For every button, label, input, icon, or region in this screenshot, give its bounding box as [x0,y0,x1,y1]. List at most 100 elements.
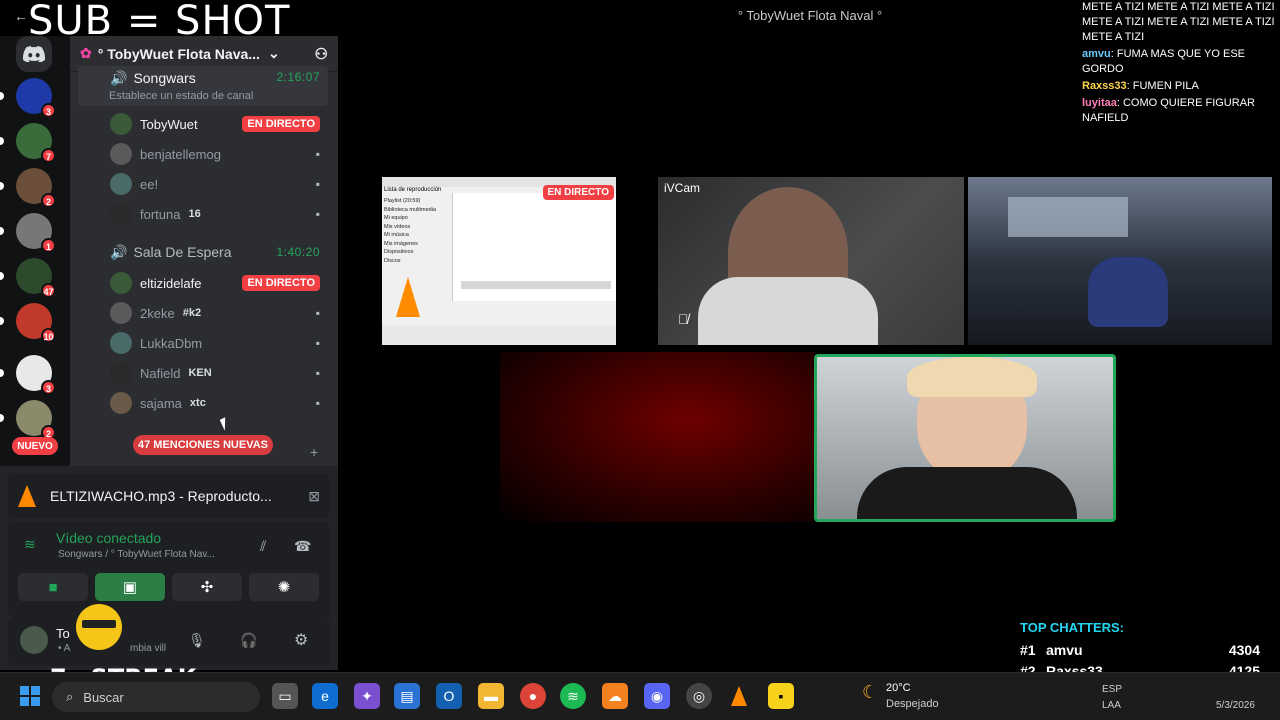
server-icon[interactable]: 10 [0,303,56,343]
voice-member[interactable]: TobyWuet EN DIRECTO [78,111,328,137]
camera-icon: ▪ [315,366,320,380]
spotify-icon[interactable]: ≋ [560,683,586,709]
server-icon[interactable]: 3 [0,78,56,118]
activities-button[interactable]: ✣ [172,573,242,601]
mentions-badge[interactable]: 47 MENCIONES NUEVAS [133,435,273,455]
microphone-icon[interactable]: 🎙 [188,632,206,649]
vlc-taskbar-icon[interactable] [726,683,752,709]
signal-icon[interactable]: ≋ [24,536,36,553]
headphones-icon[interactable]: 🎧 [240,632,257,649]
stream-tile-dark[interactable] [500,352,814,522]
discord-taskbar-icon[interactable]: ◉ [644,683,670,709]
chat-text: : FUMEN PILA [1126,80,1199,92]
member-name: LukkaDbm [140,335,203,351]
voice-member[interactable]: Nafield KEN ▪ [78,360,328,386]
server-icon[interactable]: 3 [0,355,56,395]
server-badge: 7 [41,148,56,163]
chrome-icon[interactable]: ● [520,683,546,709]
outlook-icon[interactable]: O [436,683,462,709]
voice-member[interactable]: fortuna 16 ▪ [78,201,328,227]
taskbar-search[interactable]: ⌕ Buscar [52,682,260,712]
avatar [110,113,132,135]
now-playing-card[interactable]: ELTIZIWACHO.mp3 - Reproducto... ⊠ [8,474,330,518]
voice-member[interactable]: 2keke #k2 ▪ [78,300,328,326]
copilot-icon[interactable]: ✦ [354,683,380,709]
voice-member[interactable]: sajama xtc ▪ [78,390,328,416]
live-badge: EN DIRECTO [542,185,614,200]
camera-icon: ▪ [315,177,320,191]
channel-timer: 2:16:07 [276,70,320,84]
server-icon[interactable]: 47 [0,258,56,298]
avatar [110,173,132,195]
cloudflare-icon[interactable]: ☁ [602,683,628,709]
camera-button[interactable]: ■ [18,573,88,601]
avatar [110,362,132,384]
vlc-icon [18,485,36,507]
voice-channel-path[interactable]: Songwars / ° TobyWuet Flota Nav... [58,549,215,560]
store-icon[interactable]: ▤ [394,683,420,709]
live-badge: EN DIRECTO [242,275,320,291]
speaker-icon: 🔊 [110,70,128,86]
discord-home-icon[interactable] [16,36,52,72]
add-member-icon[interactable]: ⚇ [315,45,328,63]
task-view-icon[interactable]: ▭ [272,683,298,709]
screen-share-button[interactable]: ▣ [95,573,165,601]
voice-member[interactable]: LukkaDbm ▪ [78,330,328,356]
camera-icon: ▪ [315,336,320,350]
edge-icon[interactable]: e [312,683,338,709]
stream-tile-room[interactable] [968,177,1272,345]
stream-tile-vlc[interactable]: Lista de reproducción Playlist (20:59) Bi… [382,177,616,345]
stream-tile-speaking[interactable] [814,354,1116,522]
voice-channel-sala[interactable]: 🔊 Sala De Espera 1:40:20 [78,239,328,265]
camera-icon: ▪ [315,306,320,320]
voice-member[interactable]: eltizidelafe EN DIRECTO [78,270,328,296]
disconnect-icon[interactable]: ☎ [294,538,311,555]
vlc-playlist-label: Lista de reproducción [384,187,442,193]
member-name: fortuna [140,206,181,222]
channel-status[interactable]: Establece un estado de canal [109,90,253,102]
member-name: Nafield [140,365,181,381]
vlc-playlist-item: Mi música [384,232,409,238]
server-icon: ✿ [80,45,92,61]
server-icon[interactable]: 1 [0,213,56,253]
vlc-playlist-item: Discos [384,257,401,264]
camera-icon: ■ [48,578,58,596]
now-playing-title: ELTIZIWACHO.mp3 - Reproducto... [50,488,272,504]
language-indicator[interactable]: ESP [1102,684,1122,695]
close-icon[interactable]: ⊠ [308,488,320,505]
soundboard-button[interactable]: ✺ [249,573,319,601]
sticky-notes-icon[interactable]: ▪ [768,683,794,709]
avatar[interactable] [20,626,48,654]
voice-status: Vídeo conectado [56,530,162,546]
noise-suppression-icon[interactable]: ⫽ [260,538,266,555]
settings-gear-icon[interactable]: ⚙ [294,630,308,650]
server-icon[interactable]: 2 [0,400,56,440]
channel-timer: 1:40:20 [276,245,320,259]
member-name: TobyWuet [140,116,198,132]
chat-message: METE A TIZI METE A TIZI METE A TIZI METE… [1082,0,1278,45]
voice-channel-name: Songwars [133,70,196,86]
file-explorer-icon[interactable]: ▬ [478,683,504,709]
chat-message: luyitaa: COMO QUIERE FIGURAR NAFIELD [1082,96,1278,126]
top-chatter-row: #1 amvu 4304 [1020,639,1260,660]
server-icon[interactable]: 2 [0,168,56,208]
language-region: LAA [1102,700,1121,711]
voice-member[interactable]: benjatellemog ▪ [78,141,328,167]
obs-icon[interactable]: ◎ [686,683,712,709]
chat-message: amvu: FUMA MAS QUE YO ESE GORDO [1082,47,1278,77]
windows-start-icon[interactable] [20,686,40,706]
voice-member[interactable]: ee! ▪ [78,171,328,197]
search-icon: ⌕ [66,689,74,704]
nuevo-badge[interactable]: NUEVO [12,437,58,455]
activities-icon: ✣ [200,579,214,596]
chat-message: Raxss33: FUMEN PILA [1082,79,1278,94]
voice-channel-songwars[interactable]: 🔊 Songwars 2:16:07 Establece un estado d… [78,66,328,106]
chatter-count: 4304 [1228,641,1260,658]
clock-date[interactable]: 5/3/2026 [1216,700,1255,711]
chat-user: amvu [1082,48,1111,60]
back-arrow-icon[interactable]: ← [14,8,28,24]
stream-tile-ivcam[interactable]: iVCam 🎙̸ [658,177,964,345]
server-icon[interactable]: 7 [0,123,56,163]
add-channel-icon[interactable]: + [310,444,318,460]
camera-icon: ▪ [315,207,320,221]
